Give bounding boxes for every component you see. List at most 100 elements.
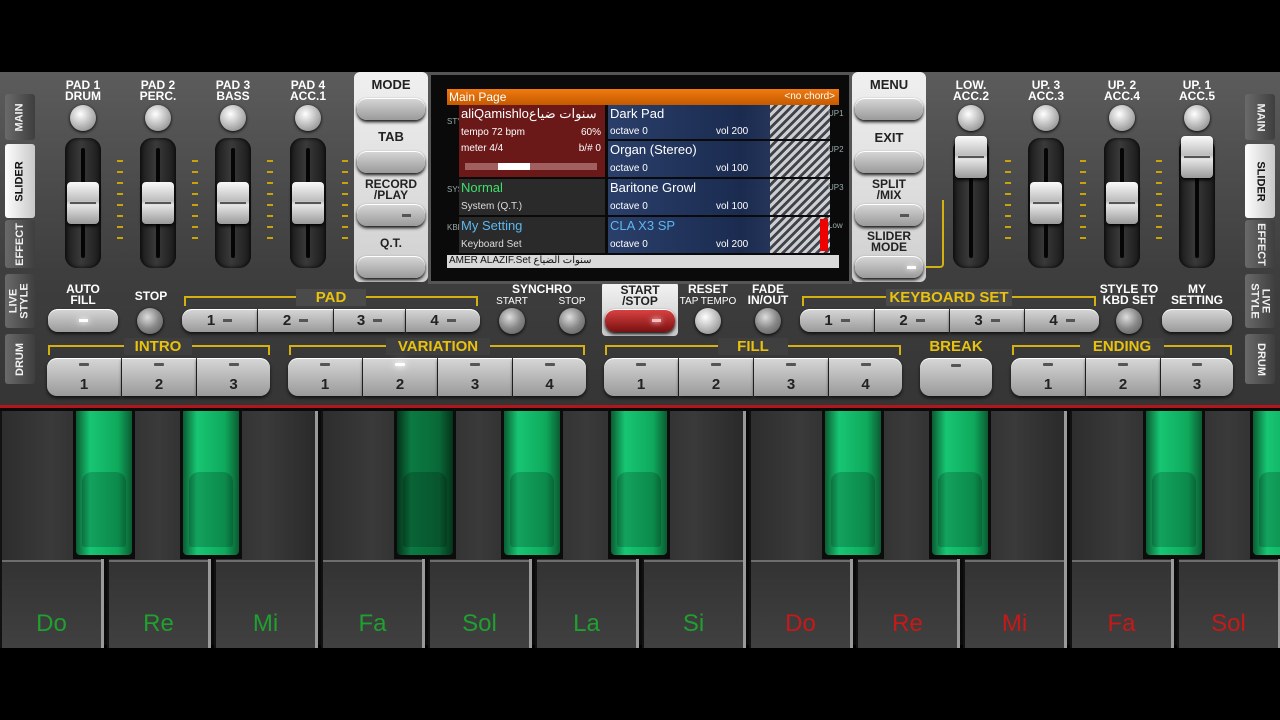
slider-handle-up2[interactable] xyxy=(1106,182,1138,224)
stop-knob[interactable] xyxy=(137,308,163,334)
mute-knob-pad4[interactable] xyxy=(295,105,321,131)
voice-volume: vol 200 xyxy=(716,239,749,250)
auto-fill-button[interactable] xyxy=(48,309,118,332)
black-key[interactable] xyxy=(180,411,242,559)
fade-knob[interactable] xyxy=(755,308,781,334)
black-key[interactable] xyxy=(501,411,563,559)
slider-ticks xyxy=(192,160,198,248)
black-key[interactable] xyxy=(929,411,991,559)
slider-handle-pad2[interactable] xyxy=(142,182,174,224)
split-mix-button[interactable] xyxy=(855,204,923,226)
pad-button-3[interactable]: 3 xyxy=(334,309,405,332)
kbd-set-button-4[interactable]: 4 xyxy=(1025,309,1099,332)
tab-effect-right[interactable]: EFFECT xyxy=(1245,220,1275,268)
mute-knob-up1[interactable] xyxy=(1184,105,1210,131)
black-key[interactable] xyxy=(1143,411,1205,559)
black-key[interactable] xyxy=(394,411,456,559)
variation-button-4[interactable]: 4 xyxy=(513,358,586,396)
pad-button-2[interactable]: 2 xyxy=(258,309,333,332)
kbd-set-button-3[interactable]: 3 xyxy=(950,309,1024,332)
kbd-cell[interactable]: My Setting Keyboard Set xyxy=(459,217,605,253)
voice-up2[interactable]: Organ (Stereo) octave 0 vol 100 xyxy=(608,141,830,177)
fill-button-1[interactable]: 1 xyxy=(604,358,678,396)
voice-up1[interactable]: Dark Pad octave 0 vol 200 xyxy=(608,105,830,139)
kbd-set-button-2[interactable]: 2 xyxy=(875,309,949,332)
intro-title: INTRO xyxy=(124,338,192,355)
record-play-button[interactable] xyxy=(357,204,425,226)
voice-name: Organ (Stereo) xyxy=(610,142,697,157)
menu-button[interactable] xyxy=(855,98,923,120)
black-key-surface xyxy=(183,411,239,555)
voice-low[interactable]: CLA X3 SP octave 0 vol 200 xyxy=(608,217,830,253)
tempo-percent: 60% xyxy=(580,127,601,138)
tab-button[interactable] xyxy=(357,151,425,173)
key-note-label: Mi xyxy=(1001,610,1028,637)
mode-button[interactable] xyxy=(357,98,425,120)
black-key[interactable] xyxy=(822,411,884,559)
start-stop-button[interactable] xyxy=(605,309,675,332)
slider-mode-button[interactable] xyxy=(855,256,923,278)
slider-handle-up1[interactable] xyxy=(1181,136,1213,178)
tab-slider-left[interactable]: SLIDER xyxy=(5,144,35,218)
break-button[interactable] xyxy=(920,358,992,396)
slider-handle-pad1[interactable] xyxy=(67,182,99,224)
mute-knob-pad3[interactable] xyxy=(220,105,246,131)
reset-knob[interactable] xyxy=(695,308,721,334)
ending-button-1[interactable]: 1 xyxy=(1011,358,1085,396)
synchro-stop-knob[interactable] xyxy=(559,308,585,334)
sys-cell[interactable]: Normal System (Q.T.) xyxy=(459,179,605,215)
intro-button-3[interactable]: 3 xyxy=(197,358,270,396)
slider-handle-up3[interactable] xyxy=(1030,182,1062,224)
synchro-start-knob[interactable] xyxy=(499,308,525,334)
mute-knob-pad1[interactable] xyxy=(70,105,96,131)
slider-handle-low[interactable] xyxy=(955,136,987,178)
mute-knob-pad2[interactable] xyxy=(145,105,171,131)
black-key[interactable] xyxy=(608,411,670,559)
tab-main-left[interactable]: MAIN xyxy=(5,94,35,140)
exit-button[interactable] xyxy=(855,151,923,173)
style-to-kbd-knob[interactable] xyxy=(1116,308,1142,334)
my-setting-button[interactable] xyxy=(1162,309,1232,332)
tab-slider-right[interactable]: SLIDER xyxy=(1245,144,1275,218)
meter-text: meter 4/4 xyxy=(461,143,504,154)
variation-button-3[interactable]: 3 xyxy=(438,358,512,396)
ending-button-3[interactable]: 3 xyxy=(1161,358,1233,396)
ending-button-2[interactable]: 2 xyxy=(1086,358,1160,396)
tab-label: TAB xyxy=(378,129,404,144)
intro-button-2[interactable]: 2 xyxy=(122,358,196,396)
pad-button-1[interactable]: 1 xyxy=(182,309,257,332)
tab-label: DRUM xyxy=(13,342,26,376)
tab-label: LIVE STYLE xyxy=(8,283,32,319)
voice-up3[interactable]: Baritone Growl octave 0 vol 100 xyxy=(608,179,830,215)
kbd-set-button-1[interactable]: 1 xyxy=(800,309,874,332)
intro-button-1[interactable]: 1 xyxy=(47,358,121,396)
variation-button-1[interactable]: 1 xyxy=(288,358,362,396)
tab-label: SLIDER xyxy=(1254,160,1267,202)
tab-effect-left[interactable]: EFFECT xyxy=(5,220,35,268)
white-key-face: Mi xyxy=(216,560,315,648)
style-cell[interactable]: aliQamishloسنوات ضياع tempo 72 bpm 60% m… xyxy=(459,105,605,177)
black-key[interactable] xyxy=(1250,411,1280,559)
key-note-label: Re xyxy=(143,610,174,637)
tab-drum-right[interactable]: DRUM xyxy=(1245,334,1275,384)
black-key[interactable] xyxy=(73,411,135,559)
pad-button-4[interactable]: 4 xyxy=(406,309,480,332)
black-key-surface xyxy=(397,411,453,555)
mute-knob-up2[interactable] xyxy=(1109,105,1135,131)
slider-handle-pad4[interactable] xyxy=(292,182,324,224)
fill-button-2[interactable]: 2 xyxy=(679,358,753,396)
slider-handle-pad3[interactable] xyxy=(217,182,249,224)
variation-title: VARIATION xyxy=(386,338,490,355)
black-key-surface xyxy=(1146,411,1202,555)
variation-button-2[interactable]: 2 xyxy=(363,358,437,396)
key-note-label: La xyxy=(573,610,600,637)
qt-button[interactable] xyxy=(357,256,425,278)
tab-drum-left[interactable]: DRUM xyxy=(5,334,35,384)
tab-live-style-left[interactable]: LIVE STYLE xyxy=(5,274,35,328)
tab-main-right[interactable]: MAIN xyxy=(1245,94,1275,140)
fill-button-4[interactable]: 4 xyxy=(829,358,902,396)
fill-button-3[interactable]: 3 xyxy=(754,358,828,396)
mute-knob-low[interactable] xyxy=(958,105,984,131)
mute-knob-up3[interactable] xyxy=(1033,105,1059,131)
tab-live-style-right[interactable]: LIVE STYLE xyxy=(1245,274,1275,328)
